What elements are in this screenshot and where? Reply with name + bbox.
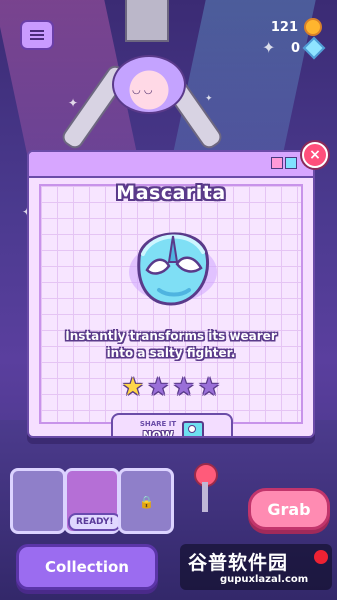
mask-icon: [119, 210, 223, 314]
prize-slot-empty[interactable]: [10, 468, 66, 534]
item-title: Mascarita: [116, 182, 226, 204]
joystick-stick: [202, 482, 208, 512]
camera-icon: [182, 421, 205, 436]
item-description: Instantly transforms its wearer into a s…: [49, 328, 293, 362]
sparkle-icon: ✦: [262, 38, 276, 57]
coin-count: 121: [270, 19, 298, 35]
grab-button[interactable]: Grab: [248, 488, 330, 530]
gem-count: 0: [290, 40, 300, 56]
gem-icon: [302, 36, 326, 60]
watermark-url: gupuxlazal.com: [220, 574, 309, 585]
coin-counter: 121: [271, 18, 322, 36]
item-popup: Mascarita Instantly transforms its weare…: [27, 150, 315, 438]
claw-machine-top: [125, 0, 169, 42]
menu-button[interactable]: [20, 20, 54, 50]
item-description-line: into a salty fighter.: [106, 346, 236, 360]
watermark-text: 谷普软件园: [188, 552, 289, 574]
character-head: ◡ ◡: [112, 55, 186, 114]
ready-badge: READY!: [68, 513, 122, 531]
character-face: ◡ ◡: [132, 85, 153, 96]
collection-button[interactable]: Collection: [16, 544, 158, 590]
lock-icon: 🔒: [139, 495, 154, 509]
star-empty-icon: ★: [197, 372, 221, 401]
share-label-bottom: NOW: [142, 429, 174, 438]
share-label: SHARE IT NOW: [140, 419, 176, 438]
star-empty-icon: ★: [172, 372, 195, 401]
menu-icon: [30, 34, 44, 36]
star-empty-icon: ★: [147, 372, 170, 401]
item-description-line: Instantly transforms its wearer: [65, 329, 277, 343]
watermark: 谷普软件园 gupuxlazal.com: [180, 544, 332, 590]
rarity-rating: ★ ★ ★ ★: [29, 374, 313, 399]
window-square-icon: [285, 157, 297, 169]
coin-icon: [304, 18, 322, 36]
watermark-logo-icon: [314, 550, 328, 564]
share-button[interactable]: SHARE IT NOW: [111, 413, 233, 438]
gem-counter: 0: [290, 36, 326, 60]
star-filled-icon: ★: [121, 372, 145, 401]
sparkle-icon: ✦: [205, 94, 213, 104]
popup-titlebar: [29, 152, 313, 178]
sparkle-icon: ✦: [68, 96, 79, 110]
prize-slot-locked[interactable]: 🔒: [118, 468, 174, 534]
window-square-icon: [271, 157, 283, 169]
close-button[interactable]: ×: [302, 142, 328, 168]
